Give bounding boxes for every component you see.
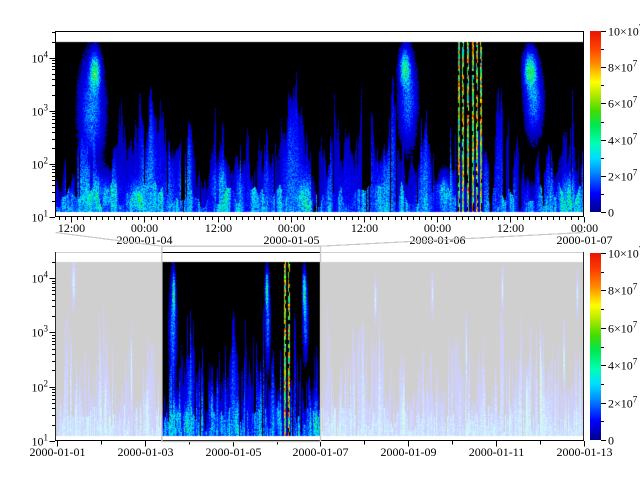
colorbar-tick-label: 6×107 [608,95,638,111]
x-tick-date-label: 2000-01-05 [206,445,262,459]
x-tick-date-label: 2000-01-07 [293,445,349,459]
colorbar-tick-label-exponent: 7 [633,395,638,405]
colorbar-tick-label-exponent: 7 [633,357,638,367]
colorbar-tick-label-exponent: 7 [633,132,638,142]
x-tick-label: 12:00 [205,221,232,235]
x-tick-date-label: 2000-01-09 [381,445,437,459]
x-tick-date-label: 2000-01-07 [557,233,613,247]
x-tick-date-label: 2000-01-06 [410,233,466,247]
detail-colorbar [590,31,601,212]
x-tick-label: 00:00 [278,221,305,235]
x-tick-label: 00:00 [571,221,598,235]
y-tick-label-exponent: 1 [44,433,49,443]
colorbar-tick-label: 4×107 [608,357,638,373]
colorbar-tick-label-exponent: 7 [633,282,638,292]
detail-spectrogram-canvas[interactable] [55,31,584,217]
colorbar-tick-label: 8×107 [608,282,638,298]
y-tick-label-exponent: 3 [44,103,49,113]
colorbar-tick-label-exponent: 7 [633,168,638,178]
spectrogram-figure: 12:0000:002000-01-0412:0000:002000-01-05… [0,0,640,480]
y-tick-label: 101 [32,209,49,225]
y-tick-label-exponent: 4 [44,270,49,280]
colorbar-tick-label-exponent: 7 [633,59,638,69]
x-tick-date-label: 2000-01-01 [30,445,86,459]
x-tick-label: 00:00 [131,221,158,235]
context-colorbar [590,253,601,440]
colorbar-tick-label-exponent: 7 [633,95,638,105]
colorbar-tick-label: 4×107 [608,132,638,148]
x-tick-date-label: 2000-01-13 [557,445,613,459]
y-tick-label: 102 [32,156,49,172]
zoom-connector-left [56,233,162,247]
x-tick-label: 12:00 [351,221,378,235]
y-tick-label: 103 [32,103,49,119]
y-tick-label: 104 [32,50,49,66]
x-tick-date-label: 2000-01-11 [469,445,525,459]
y-tick-label-exponent: 3 [44,324,49,334]
colorbar-tick-label: 6×107 [608,320,638,336]
x-tick-date-label: 2000-01-04 [117,233,173,247]
y-tick-label: 104 [32,270,49,286]
colorbar-tick-label: 10×107 [608,23,640,39]
y-tick-label-exponent: 2 [44,156,49,166]
y-tick-label-exponent: 2 [44,379,49,389]
zoom-connector-right [320,233,583,247]
y-tick-label-exponent: 4 [44,50,49,60]
x-tick-label: 12:00 [497,221,524,235]
colorbar-tick-label: 2×107 [608,395,638,411]
colorbar-tick-label-exponent: 7 [633,320,638,330]
x-tick-date-label: 2000-01-05 [264,233,320,247]
colorbar-tick-label: 0 [608,434,614,448]
y-tick-label: 101 [32,433,49,449]
colorbar-tick-label: 0 [608,206,614,220]
colorbar-tick-label: 10×107 [608,245,640,261]
x-tick-date-label: 2000-01-03 [118,445,174,459]
x-tick-label: 12:00 [58,221,85,235]
colorbar-tick-label: 2×107 [608,168,638,184]
context-spectrogram-canvas[interactable] [55,252,584,441]
colorbar-tick-label: 8×107 [608,59,638,75]
y-tick-label-exponent: 1 [44,209,49,219]
x-tick-label: 00:00 [424,221,451,235]
y-tick-label: 102 [32,379,49,395]
y-tick-label: 103 [32,324,49,340]
